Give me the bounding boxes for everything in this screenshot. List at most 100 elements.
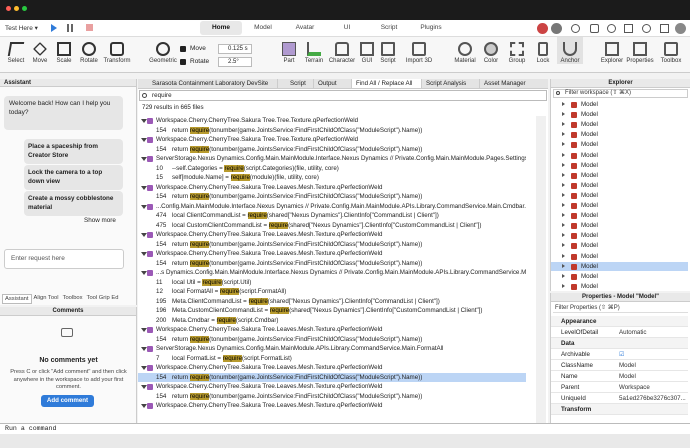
- result-file-row[interactable]: Workspace.Cherry.CherryTree.Sakura Tree.…: [138, 230, 526, 240]
- tab-model[interactable]: Model: [242, 21, 284, 35]
- stop-icon[interactable]: [86, 24, 93, 31]
- chevron-right-icon[interactable]: [562, 172, 565, 177]
- suggestion-item[interactable]: Lock the camera to a top down view: [24, 165, 123, 190]
- script-tool[interactable]: Script: [377, 37, 399, 64]
- user-avatar[interactable]: [675, 23, 686, 34]
- color-tool[interactable]: Color: [478, 37, 504, 64]
- explorer-item-model[interactable]: Model: [551, 231, 688, 241]
- find-query-input[interactable]: require: [139, 90, 547, 101]
- rotate-increment-input[interactable]: 2.5°: [218, 57, 252, 67]
- tab-avatar[interactable]: Avatar: [284, 21, 326, 35]
- property-section-header[interactable]: Transform: [551, 404, 688, 415]
- chevron-right-icon[interactable]: [562, 122, 565, 127]
- result-file-row[interactable]: ServerStorage.Nexus Dynamics.Config.Main…: [138, 154, 526, 164]
- share-icon[interactable]: [571, 24, 580, 33]
- result-file-row[interactable]: Workspace.Cherry.CherryTree.Sakura Tree.…: [138, 401, 526, 411]
- explorer-item-model[interactable]: Model: [551, 282, 688, 290]
- explorer-item-model[interactable]: Model: [551, 120, 688, 130]
- result-match-row[interactable]: 154 return require(tonumber(game.JointsSe…: [138, 126, 526, 136]
- chevron-right-icon[interactable]: [562, 243, 565, 248]
- anchor-tool[interactable]: Anchor: [557, 37, 583, 64]
- assistant-request-input[interactable]: Enter request here: [4, 249, 124, 269]
- property-value[interactable]: Model: [619, 371, 687, 382]
- chevron-right-icon[interactable]: [562, 132, 565, 137]
- chevron-right-icon[interactable]: [562, 223, 565, 228]
- result-match-row[interactable]: 154 return require(tonumber(game.JointsSe…: [138, 240, 526, 250]
- property-row[interactable]: Name Model: [551, 371, 688, 382]
- tab-place[interactable]: Sarasota Containment Laboratory DevSite: [138, 79, 278, 88]
- explorer-item-model[interactable]: Model: [551, 272, 688, 282]
- chevron-right-icon[interactable]: [562, 142, 565, 147]
- property-section-header[interactable]: Data: [551, 338, 688, 349]
- result-match-row[interactable]: 10 --self.Categories = require(script.Cat…: [138, 164, 526, 174]
- help-icon[interactable]: [607, 24, 616, 33]
- avatar[interactable]: [551, 23, 562, 34]
- explorer-item-model[interactable]: Model: [551, 110, 688, 120]
- command-bar-input[interactable]: Run a command: [0, 423, 690, 434]
- material-tool[interactable]: Material: [451, 37, 479, 64]
- property-section-header[interactable]: Appearance: [551, 316, 688, 327]
- explorer-item-model[interactable]: Model: [551, 100, 688, 110]
- gui-tool[interactable]: GUI: [357, 37, 377, 64]
- character-tool[interactable]: Character: [327, 37, 357, 64]
- explorer-item-model[interactable]: Model: [551, 171, 688, 181]
- add-comment-button[interactable]: Add comment: [41, 395, 94, 407]
- tab-assistant[interactable]: Assistant: [2, 294, 32, 304]
- result-file-row[interactable]: Workspace.Cherry.CherryTree.Sakura Tree.…: [138, 116, 526, 126]
- result-match-row[interactable]: 196 Meta.CustomClientCommandList = requir…: [138, 306, 526, 316]
- properties-toggle[interactable]: Properties: [625, 37, 655, 64]
- property-value[interactable]: Workspace: [619, 382, 687, 393]
- chevron-right-icon[interactable]: [562, 253, 565, 258]
- result-file-row[interactable]: Workspace.Cherry.CherryTree.Sakura Tree.…: [138, 325, 526, 335]
- tab-align-tool[interactable]: Align Tool: [32, 294, 61, 304]
- result-file-row[interactable]: ...s Dynamics.Config.Main.MainModule.Int…: [138, 268, 526, 278]
- notifications-icon[interactable]: [590, 24, 599, 33]
- chevron-right-icon[interactable]: [562, 102, 565, 106]
- property-row[interactable]: Archivable ☑: [551, 349, 688, 360]
- explorer-item-model[interactable]: Model: [551, 161, 688, 171]
- settings-icon[interactable]: [642, 24, 651, 33]
- chevron-right-icon[interactable]: [562, 263, 565, 268]
- move-increment-input[interactable]: 0.125 s: [218, 44, 252, 54]
- lock-tool[interactable]: Lock: [531, 37, 555, 64]
- move-snap-checkbox[interactable]: [180, 46, 186, 52]
- rotate-tool[interactable]: Rotate: [75, 37, 103, 64]
- show-more-link[interactable]: Show more: [84, 217, 116, 224]
- transform-tool[interactable]: Transform: [101, 37, 133, 64]
- chevron-right-icon[interactable]: [562, 192, 565, 197]
- result-match-row[interactable]: 195 Meta.ClientCommandList = require(shar…: [138, 297, 526, 307]
- explorer-item-model[interactable]: Model: [551, 221, 688, 231]
- result-file-row[interactable]: Workspace.Cherry.CherryTree.Sakura Tree.…: [138, 249, 526, 259]
- explorer-filter-input[interactable]: Filter workspace (⇧ ⌘X): [553, 89, 688, 98]
- tab-script-editor[interactable]: Script: [278, 79, 314, 88]
- suggestion-item[interactable]: Place a spaceship from Creator Store: [24, 139, 123, 164]
- result-match-row[interactable]: 154 return require(tonumber(game.JointsSe…: [138, 192, 526, 202]
- group-tool[interactable]: Group: [504, 37, 530, 64]
- results-scrollbar[interactable]: [536, 116, 546, 423]
- chevron-right-icon[interactable]: [562, 203, 565, 207]
- suggestion-item[interactable]: Create a mossy cobblestone material: [24, 191, 123, 216]
- result-match-row[interactable]: 154 return require(tonumber(game.JointsSe…: [138, 392, 526, 402]
- result-match-row[interactable]: 154 return require(tonumber(game.JointsSe…: [138, 372, 526, 382]
- explorer-item-model[interactable]: Model: [551, 151, 688, 161]
- result-match-row[interactable]: 11 local Util = require(script.Util): [138, 278, 526, 288]
- chevron-right-icon[interactable]: [562, 283, 565, 288]
- part-tool[interactable]: Part: [277, 37, 301, 64]
- property-row[interactable]: LevelOfDetail Automatic: [551, 327, 688, 338]
- explorer-toggle[interactable]: Explorer: [598, 37, 626, 64]
- explorer-item-model[interactable]: Model: [551, 140, 688, 150]
- tab-find-replace[interactable]: Find All / Replace All: [352, 79, 422, 88]
- play-icon[interactable]: [51, 24, 57, 32]
- scale-tool[interactable]: Scale: [50, 37, 78, 64]
- chevron-right-icon[interactable]: [562, 182, 565, 187]
- tab-tool-grip-editor[interactable]: Tool Grip Ed: [85, 294, 121, 304]
- property-value[interactable]: 5a1ed276be3276c307...: [619, 393, 687, 404]
- result-file-row[interactable]: Workspace.Cherry.CherryTree.Sakura Tree.…: [138, 363, 526, 373]
- property-row[interactable]: UniqueId 5a1ed276be3276c307...: [551, 393, 688, 404]
- layout-icon[interactable]: [660, 24, 669, 33]
- tab-output[interactable]: Output: [314, 79, 352, 88]
- avatar[interactable]: [537, 23, 548, 34]
- properties-filter-input[interactable]: Filter Properties (⇧ ⌘P): [553, 304, 688, 313]
- rotate-snap-checkbox[interactable]: [180, 59, 186, 65]
- chevron-right-icon[interactable]: [562, 162, 565, 167]
